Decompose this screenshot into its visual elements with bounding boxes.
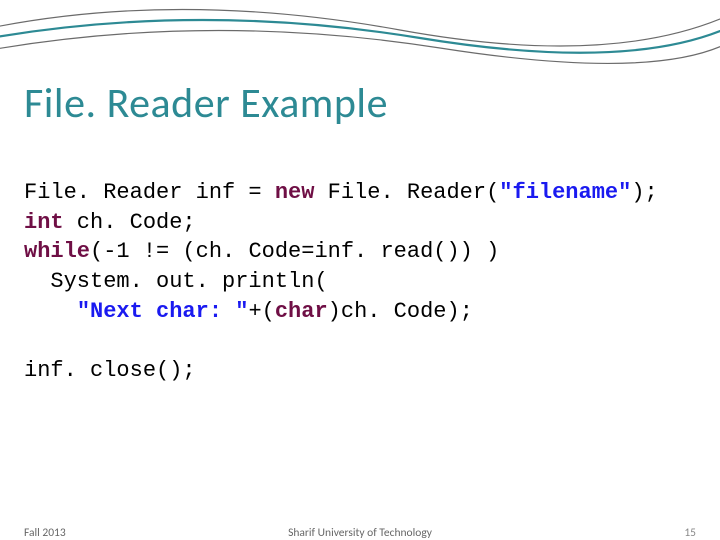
slide-number: 15 [684, 526, 696, 540]
code-line-4: System. out. println( [24, 269, 328, 294]
code-line-1: File. Reader inf = new File. Reader("fil… [24, 180, 658, 205]
decorative-swoosh [0, 0, 720, 90]
code-line-5: "Next char: "+(char)ch. Code); [24, 299, 473, 324]
code-line-6: inf. close(); [24, 358, 196, 383]
slide-title: File. Reader Example [24, 78, 388, 129]
code-line-3: while(-1 != (ch. Code=inf. read()) ) [24, 239, 499, 264]
footer-affiliation: Sharif University of Technology [0, 526, 720, 540]
code-line-2: int ch. Code; [24, 210, 196, 235]
code-block: File. Reader inf = new File. Reader("fil… [24, 178, 658, 386]
